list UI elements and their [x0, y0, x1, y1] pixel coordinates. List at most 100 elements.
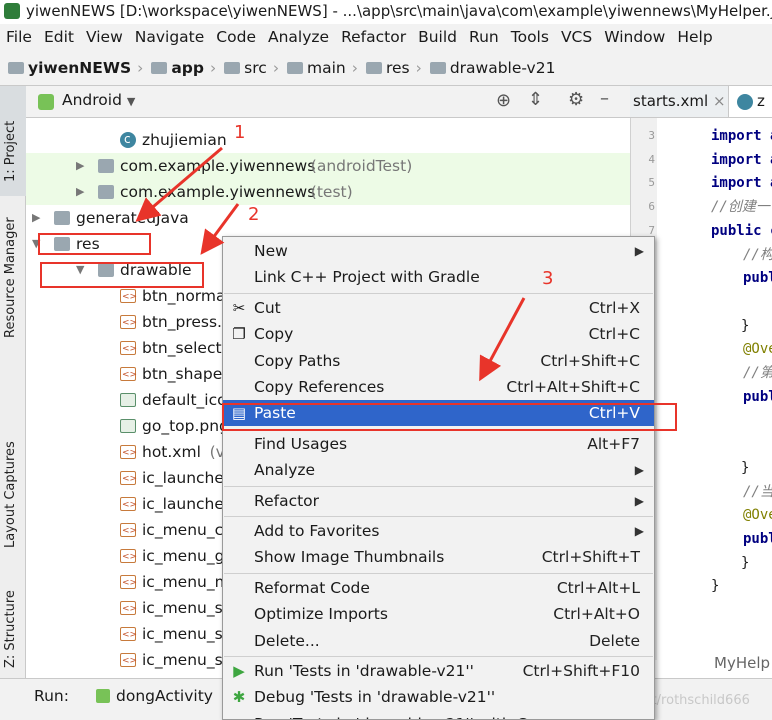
- tree-label: btn_selecto: [142, 339, 232, 357]
- menu-refactor[interactable]: Refactor: [335, 24, 412, 50]
- tab-project[interactable]: 1: Project: [0, 86, 26, 196]
- menu-item-copy[interactable]: ❐ Copy Ctrl+C: [223, 321, 654, 347]
- menu-code[interactable]: Code: [210, 24, 262, 50]
- tab-starts-xml[interactable]: starts.xml ×: [633, 92, 726, 110]
- menu-item-copy-references[interactable]: Copy References Ctrl+Alt+Shift+C: [223, 374, 654, 400]
- breadcrumb-item-3[interactable]: main ›: [279, 50, 358, 85]
- tab-structure[interactable]: Z: Structure: [0, 586, 26, 676]
- menu-help[interactable]: Help: [671, 24, 718, 50]
- tree-label: btn_norma: [142, 287, 226, 305]
- menu-item-new[interactable]: New ▶: [223, 238, 654, 264]
- tab-resource-manager[interactable]: Resource Manager: [0, 216, 26, 346]
- folder-icon: [151, 62, 168, 74]
- breadcrumb-item-5[interactable]: drawable-v21: [422, 50, 555, 85]
- collapse-arrow-icon[interactable]: ▼: [32, 231, 40, 257]
- menu-item-link-c-project-with-gradle[interactable]: Link C++ Project with Gradle: [223, 264, 654, 290]
- menu-item-refactor[interactable]: Refactor ▶: [223, 488, 654, 514]
- menu-build[interactable]: Build: [412, 24, 463, 50]
- breadcrumb-label: yiwenNEWS: [28, 59, 132, 77]
- tree-row[interactable]: ▶ com.example.yiwennews (test): [26, 179, 630, 205]
- tree-row[interactable]: ▶ com.example.yiwennews (androidTest): [26, 153, 630, 179]
- menu-analyze[interactable]: Analyze: [262, 24, 335, 50]
- expand-arrow-icon[interactable]: ▶: [32, 205, 40, 231]
- annotation-number-1: 1: [234, 122, 246, 143]
- menu-item-add-to-favorites[interactable]: Add to Favorites ▶: [223, 518, 654, 544]
- menu-tools[interactable]: Tools: [505, 24, 555, 50]
- breadcrumb-item-2[interactable]: src ›: [216, 50, 279, 85]
- run-tab-dongactivity[interactable]: dongActivity: [116, 687, 213, 705]
- editor-tabs: starts.xml × z: [630, 86, 772, 118]
- line-number: 6: [648, 200, 655, 214]
- menu-item-copy-paths[interactable]: Copy Paths Ctrl+Shift+C: [223, 348, 654, 374]
- breadcrumb-item-4[interactable]: res ›: [358, 50, 422, 85]
- xml-icon: [120, 492, 137, 518]
- tree-row[interactable]: ▶ generatedJava: [26, 205, 630, 231]
- menu-item-cut[interactable]: ✂ Cut Ctrl+X: [223, 295, 654, 321]
- menu-item-run-tests-in-drawable-v21[interactable]: ▶ Run 'Tests in 'drawable-v21'' Ctrl+Shift…: [223, 658, 654, 684]
- breadcrumb-item-1[interactable]: app ›: [143, 50, 216, 85]
- folder-icon: [429, 62, 446, 74]
- menu-item-label: Reformat Code: [254, 578, 370, 597]
- xml-icon: [120, 518, 137, 544]
- copy-icon: ❐: [232, 325, 246, 344]
- tree-label: drawable: [120, 261, 192, 279]
- menu-item-delete[interactable]: Delete... Delete: [223, 628, 654, 654]
- folder-icon: [54, 211, 70, 225]
- menu-item-paste[interactable]: ▤ Paste Ctrl+V: [223, 400, 654, 427]
- tree-suffix: (androidTest): [310, 157, 413, 175]
- chevron-down-icon: ▼: [126, 95, 136, 108]
- annotation-number-3: 3: [542, 268, 554, 289]
- code-text: //构: [743, 246, 772, 263]
- tree-label: ic_launcher: [142, 495, 231, 513]
- menu-view[interactable]: View: [80, 24, 129, 50]
- menu-run[interactable]: Run: [463, 24, 505, 50]
- collapse-icon[interactable]: ⇕: [528, 89, 543, 110]
- folder-icon: [54, 237, 70, 251]
- menu-item-find-usages[interactable]: Find Usages Alt+F7: [223, 431, 654, 457]
- run-label: Run:: [34, 687, 69, 705]
- collapse-arrow-icon[interactable]: ▼: [76, 257, 84, 283]
- xml-icon: [120, 440, 137, 466]
- menu-item-optimize-imports[interactable]: Optimize Imports Ctrl+Alt+O: [223, 601, 654, 627]
- code-text: publ: [743, 388, 772, 405]
- menu-vcs[interactable]: VCS: [555, 24, 598, 50]
- code-text: @Ove: [743, 341, 772, 358]
- view-mode-selector[interactable]: Android ▼: [62, 91, 135, 109]
- breadcrumb-label: res: [385, 59, 410, 77]
- xml-icon: [120, 362, 137, 388]
- left-tool-strip: 1: Project Resource Manager Layout Captu…: [0, 86, 26, 678]
- menu-edit[interactable]: Edit: [38, 24, 80, 50]
- menu-item-show-image-thumbnails[interactable]: Show Image Thumbnails Ctrl+Shift+T: [223, 544, 654, 570]
- expand-arrow-icon[interactable]: ▶: [76, 179, 84, 205]
- menu-item-analyze[interactable]: Analyze ▶: [223, 457, 654, 483]
- menu-file[interactable]: File: [0, 24, 38, 50]
- tab-layout-captures[interactable]: Layout Captures: [0, 436, 26, 556]
- menu-item-debug-tests-in-drawable-v21[interactable]: ✱ Debug 'Tests in 'drawable-v21'': [223, 684, 654, 710]
- menu-item-label: Find Usages: [254, 434, 348, 453]
- expand-arrow-icon[interactable]: ▶: [76, 153, 84, 179]
- breadcrumb-item-0[interactable]: yiwenNEWS ›: [0, 50, 143, 85]
- gear-icon[interactable]: ⚙: [568, 89, 584, 110]
- close-icon[interactable]: ×: [713, 92, 726, 110]
- tree-label: ic_menu_sli: [142, 651, 232, 669]
- tree-row[interactable]: zhujiemian: [26, 126, 630, 153]
- menu-item-label: Analyze: [254, 461, 316, 480]
- android-studio-icon: [4, 3, 20, 19]
- menu-item-run-tests-in-drawable-v21-with-coverage[interactable]: Run 'Tests in 'drawable-v21'' with Cover…: [223, 711, 654, 719]
- locate-icon[interactable]: ⊕: [496, 90, 511, 111]
- code-text: publ: [743, 270, 772, 287]
- menu-separator: [224, 656, 653, 657]
- tab-class[interactable]: z: [728, 86, 772, 117]
- run-icon: ▶: [233, 662, 245, 680]
- breadcrumb-label: main: [307, 59, 346, 77]
- tree-label: zhujiemian: [142, 131, 227, 149]
- menu-navigate[interactable]: Navigate: [129, 24, 211, 50]
- xml-icon: [120, 596, 137, 622]
- menu-item-reformat-code[interactable]: Reformat Code Ctrl+Alt+L: [223, 575, 654, 601]
- code-text: //当: [743, 483, 772, 500]
- minimize-icon[interactable]: –: [600, 88, 609, 109]
- menu-item-label: Refactor: [254, 491, 320, 510]
- code-line: 4 import a: [631, 148, 772, 172]
- menu-window[interactable]: Window: [598, 24, 671, 50]
- code-line: 3 import a: [631, 124, 772, 148]
